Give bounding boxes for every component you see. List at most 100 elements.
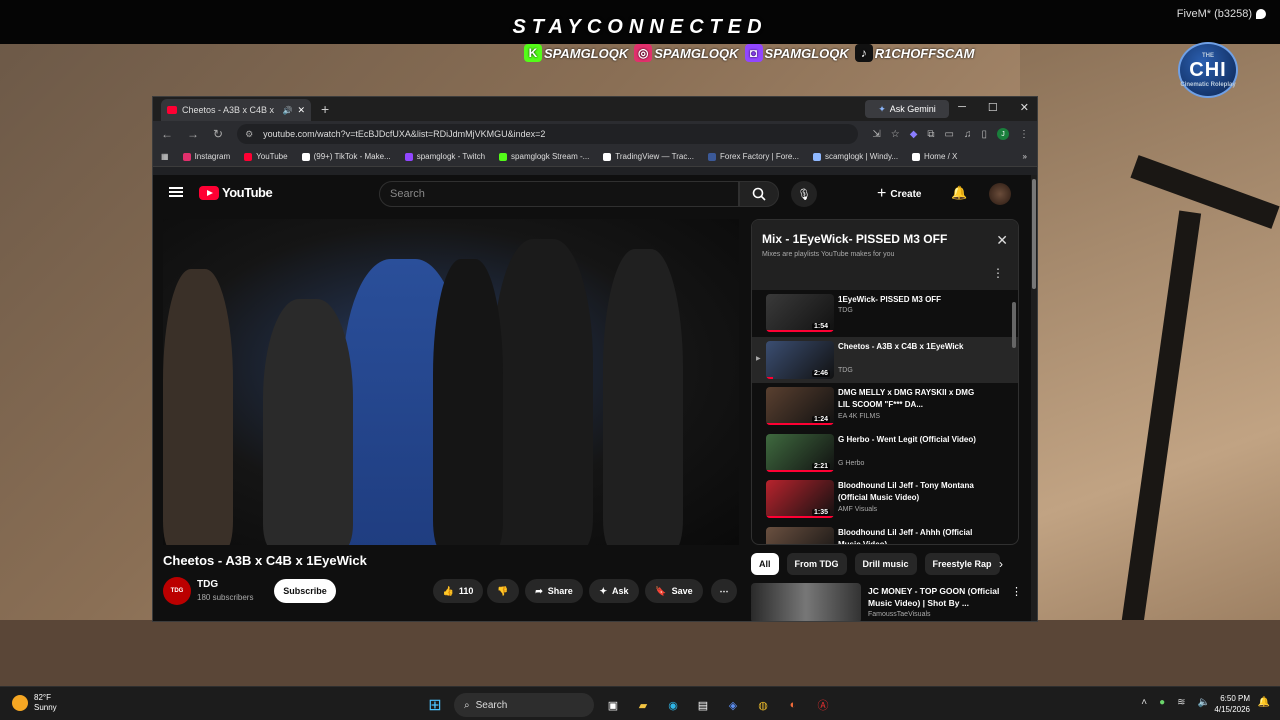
task-view-icon[interactable]: ▣ xyxy=(602,694,624,716)
playlist-item[interactable]: 2:21 G Herbo - Went Legit (Official Video… xyxy=(752,430,1018,477)
extensions-icon[interactable]: ⧉ xyxy=(927,129,934,140)
filter-chip[interactable]: Freestyle Rap xyxy=(924,553,1000,575)
social-link: K SPAMGLOQK xyxy=(524,44,628,62)
taskbar-search[interactable]: ⌕ Search xyxy=(454,693,594,717)
dislike-button[interactable]: 👎 xyxy=(487,579,519,603)
bookmark-item[interactable]: spamglogk - Twitch xyxy=(404,152,485,161)
ask-button[interactable]: ✦ Ask xyxy=(589,579,639,603)
new-tab-button[interactable]: + xyxy=(321,101,329,117)
close-window-button[interactable]: ✕ xyxy=(1020,101,1029,114)
store-icon[interactable]: ▤ xyxy=(692,694,714,716)
bookmark-item[interactable]: scamglogk | Windy... xyxy=(812,152,898,161)
more-actions-button[interactable]: ⋯ xyxy=(711,579,737,603)
filter-chip[interactable]: All xyxy=(751,553,779,575)
playlist-item[interactable]: ▶ 2:46 Cheetos - A3B x C4B x 1EyeWick TDG xyxy=(752,336,1018,383)
bookmark-item[interactable]: (99+) TikTok - Make... xyxy=(301,152,391,161)
filter-chip[interactable]: From TDG xyxy=(786,553,847,575)
speaker-icon[interactable]: 🔊 xyxy=(282,106,292,115)
clock[interactable]: 6:50 PM 4/15/2026 xyxy=(1214,693,1250,715)
file-explorer-icon[interactable]: ▰ xyxy=(632,694,654,716)
share-button[interactable]: ➦ Share xyxy=(525,579,583,603)
playlist-thumbnail[interactable]: 1:24 xyxy=(766,387,834,425)
chevron-up-icon[interactable]: ˄ xyxy=(1141,697,1147,708)
close-icon[interactable]: ✕ xyxy=(996,232,1008,249)
tab-bar: Cheetos - A3B x C4B x 1Eye 🔊 ✕ + ✦ Ask G… xyxy=(153,97,1037,121)
playlist-thumbnail[interactable]: 2:46 xyxy=(766,340,834,379)
create-button[interactable]: + Create xyxy=(877,181,921,207)
account-avatar[interactable] xyxy=(989,183,1011,205)
menu-icon[interactable]: ⋮ xyxy=(1019,129,1029,140)
site-info-icon[interactable]: ⚙ xyxy=(245,129,253,140)
extension-shield-icon[interactable]: ◆ xyxy=(910,129,918,140)
channel-name[interactable]: TDG xyxy=(197,579,218,590)
playlist-item[interactable]: 1:24 DMG MELLY x DMG RAYSKII x DMG LIL SC… xyxy=(752,383,1018,430)
install-icon[interactable]: ⇲ xyxy=(872,129,880,140)
playlist-thumbnail[interactable]: 1:54 xyxy=(766,294,834,332)
tiktok-icon: ♪ xyxy=(854,44,873,62)
chrome-icon[interactable]: ◍ xyxy=(752,694,774,716)
apps-grid-icon[interactable]: ▦ xyxy=(161,152,169,161)
bookmark-star-icon[interactable]: ☆ xyxy=(891,129,900,140)
bookmark-item[interactable]: Home / X xyxy=(912,152,957,161)
media-icon[interactable]: ♫ xyxy=(964,129,972,140)
bookmark-item[interactable]: spamglogk Stream -... xyxy=(499,152,589,161)
maximize-button[interactable]: ☐ xyxy=(988,101,998,114)
profile-avatar[interactable]: J xyxy=(997,128,1009,140)
windows-start-icon[interactable]: ⊞ xyxy=(424,694,446,716)
hamburger-menu-icon[interactable] xyxy=(169,187,183,197)
playlist-item[interactable]: 1:35 Bloodhound Lil Jeff - Tony Montana (… xyxy=(752,476,1018,523)
split-icon[interactable]: ▯ xyxy=(981,129,987,140)
bookmark-item[interactable]: TradingView — Trac... xyxy=(603,152,694,161)
thumbs-down-icon: 👎 xyxy=(497,585,509,596)
subscriber-count: 180 subscribers xyxy=(197,593,254,602)
ask-gemini-button[interactable]: ✦ Ask Gemini xyxy=(865,100,949,118)
search-input[interactable]: Search xyxy=(379,181,739,207)
page-scrollbar[interactable] xyxy=(1031,175,1037,621)
more-bookmarks-icon[interactable]: » xyxy=(1023,152,1037,161)
app-icon[interactable]: ◈ xyxy=(722,694,744,716)
reload-button[interactable]: ↻ xyxy=(213,127,223,141)
playlist-item[interactable]: 1:54 1EyeWick- PISSED M3 OFF TDG xyxy=(752,290,1018,337)
close-tab-icon[interactable]: ✕ xyxy=(297,105,305,116)
more-vert-icon[interactable]: ⋮ xyxy=(992,266,1004,280)
fivem-icon[interactable]: ◐ xyxy=(782,694,804,716)
notification-bell-icon[interactable]: 🔔 xyxy=(1258,697,1270,708)
filter-chip[interactable]: Drill music xyxy=(854,553,917,575)
mix-scrollbar[interactable] xyxy=(1012,294,1016,536)
bookmark-item[interactable]: YouTube xyxy=(244,152,288,161)
like-button[interactable]: 👍 110 xyxy=(433,579,483,603)
search-button[interactable] xyxy=(739,181,779,207)
voice-search-button[interactable]: 🎙 xyxy=(791,181,817,207)
back-button[interactable]: ← xyxy=(161,127,173,141)
playlist-item[interactable]: Bloodhound Lil Jeff - Ahhh (Official Mus… xyxy=(752,523,1018,544)
edge-icon[interactable]: ◉ xyxy=(662,694,684,716)
video-player[interactable] xyxy=(163,219,739,545)
channel-avatar[interactable]: TDG xyxy=(163,577,191,605)
playlist-item-channel: TDG xyxy=(838,366,853,374)
mix-title: Mix - 1EyeWick- PISSED M3 OFF xyxy=(762,232,948,246)
sidepanel-icon[interactable]: ▭ xyxy=(945,129,954,140)
forward-button[interactable]: → xyxy=(187,127,199,141)
minimize-button[interactable]: ─ xyxy=(958,101,966,114)
bookmark-item[interactable]: Instagram xyxy=(182,152,230,161)
save-button[interactable]: 🔖 Save xyxy=(645,579,703,603)
more-vert-icon[interactable]: ⋮ xyxy=(1011,585,1022,598)
bookmark-item[interactable]: Forex Factory | Fore... xyxy=(708,152,799,161)
playlist-thumbnail[interactable]: 1:35 xyxy=(766,480,834,518)
volume-icon[interactable]: 🔈 xyxy=(1198,697,1210,708)
youtube-logo[interactable]: YouTube xyxy=(199,185,273,200)
mic-tray-icon[interactable]: ● xyxy=(1159,697,1165,708)
recommended-video[interactable]: JC MONEY - TOP GOON (Official Music Vide… xyxy=(751,583,1022,621)
playlist-thumbnail[interactable]: 2:21 xyxy=(766,433,834,472)
url-field[interactable]: ⚙ youtube.com/watch?v=tEcBJDcfUXA&list=R… xyxy=(237,124,859,144)
playlist-thumbnail[interactable] xyxy=(766,526,834,544)
acrobat-icon[interactable]: Ⓐ xyxy=(812,694,834,716)
chevron-right-icon[interactable]: › xyxy=(999,557,1003,571)
subscribe-button[interactable]: Subscribe xyxy=(274,579,336,603)
recommended-title[interactable]: JC MONEY - TOP GOON (Official Music Vide… xyxy=(868,585,1008,609)
recommended-thumbnail[interactable] xyxy=(751,583,861,621)
wifi-icon[interactable]: ≋ xyxy=(1177,697,1185,708)
notifications-bell-icon[interactable]: 🔔 xyxy=(951,185,967,201)
browser-tab[interactable]: Cheetos - A3B x C4B x 1Eye 🔊 ✕ xyxy=(161,99,311,121)
weather-widget[interactable]: 82°F Sunny xyxy=(12,693,57,713)
